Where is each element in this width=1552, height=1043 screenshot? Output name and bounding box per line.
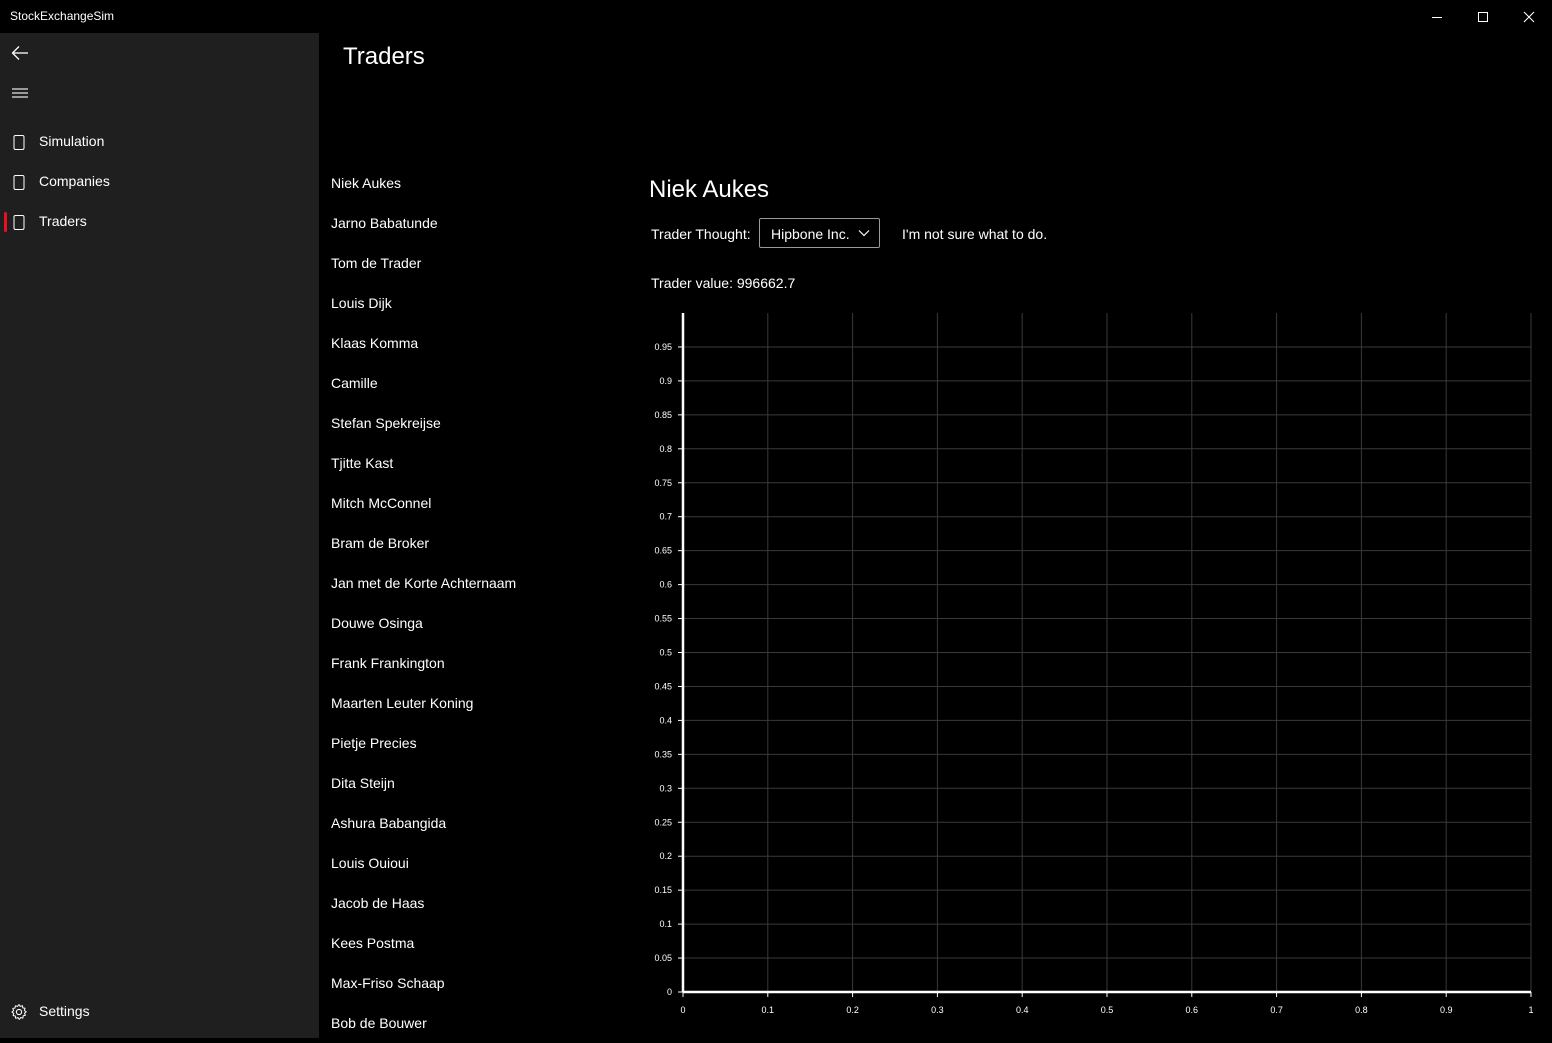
- y-tick-label: 0.7: [659, 512, 672, 522]
- nav-item-label: Settings: [39, 1003, 90, 1019]
- page-icon: [12, 134, 26, 150]
- minimize-button[interactable]: [1414, 0, 1460, 33]
- y-tick-label: 0.9: [659, 376, 672, 386]
- nav-item-label: Traders: [39, 213, 87, 229]
- minimize-icon: [1432, 16, 1442, 18]
- y-tick-label: 0.65: [654, 546, 672, 556]
- y-tick-label: 0.05: [654, 953, 672, 963]
- menu-toggle-button[interactable]: [0, 73, 40, 113]
- navigation-pane: Simulation Companies Traders Settings: [0, 33, 319, 1038]
- x-tick-label: 0.2: [846, 1005, 859, 1015]
- close-icon: [1523, 11, 1535, 22]
- nav-item-label: Simulation: [39, 133, 105, 149]
- x-tick-label: 0.3: [931, 1005, 944, 1015]
- y-tick-label: 0.95: [654, 342, 672, 352]
- close-button[interactable]: [1506, 0, 1552, 33]
- x-tick-label: 0.1: [762, 1005, 775, 1015]
- trader-name-heading: Niek Aukes: [649, 176, 770, 203]
- x-tick-label: 0: [680, 1005, 685, 1015]
- y-tick-label: 0.55: [654, 614, 672, 624]
- y-tick-label: 0.1: [659, 919, 672, 929]
- x-tick-label: 0.5: [1101, 1005, 1114, 1015]
- company-dropdown-value: Hipbone Inc.: [771, 226, 850, 242]
- page-title: Traders: [343, 43, 425, 70]
- y-tick-label: 0.85: [654, 410, 672, 420]
- y-tick-label: 0.15: [654, 885, 672, 895]
- nav-item-traders[interactable]: Traders: [0, 202, 319, 242]
- chevron-down-icon: [858, 230, 870, 237]
- trader-list-item[interactable]: Tom de Trader: [331, 243, 621, 283]
- app-title: StockExchangeSim: [10, 9, 115, 23]
- page-icon: [12, 174, 26, 190]
- x-tick-label: 0.9: [1440, 1005, 1453, 1015]
- trader-list-item[interactable]: Jarno Babatunde: [331, 203, 621, 243]
- y-tick-label: 0.4: [659, 715, 672, 725]
- maximize-icon: [1478, 11, 1488, 22]
- x-tick-label: 0.6: [1186, 1005, 1199, 1015]
- x-tick-label: 0.7: [1270, 1005, 1283, 1015]
- back-arrow-icon: [11, 46, 28, 60]
- x-tick-label: 0.8: [1355, 1005, 1368, 1015]
- x-tick-label: 1: [1528, 1005, 1533, 1015]
- company-dropdown[interactable]: Hipbone Inc.: [759, 218, 880, 248]
- maximize-button[interactable]: [1460, 0, 1506, 33]
- y-tick-label: 0.5: [659, 648, 672, 658]
- y-tick-label: 0.6: [659, 580, 672, 590]
- y-tick-label: 0.2: [659, 851, 672, 861]
- nav-item-simulation[interactable]: Simulation: [0, 122, 319, 162]
- trader-thought-label: Trader Thought:: [651, 226, 751, 242]
- y-tick-label: 0: [667, 987, 672, 997]
- trader-list-item[interactable]: Niek Aukes: [331, 163, 621, 203]
- nav-item-settings[interactable]: Settings: [0, 992, 319, 1032]
- y-tick-label: 0.45: [654, 681, 672, 691]
- selection-indicator: [4, 212, 7, 232]
- y-tick-label: 0.25: [654, 817, 672, 827]
- gear-icon: [10, 1003, 28, 1021]
- back-button[interactable]: [0, 33, 40, 73]
- title-bar: StockExchangeSim: [0, 0, 1552, 33]
- trader-value-chart: 0 0.1 0.2 0.3 0.4 0.5 0.6 0.7 0.8 0.9 1 0 0.05 0.1 0.1…: [654, 313, 1534, 1015]
- page-icon: [12, 214, 26, 230]
- y-tick-label: 0.3: [659, 783, 672, 793]
- y-tick-label: 0.75: [654, 478, 672, 488]
- hamburger-icon: [12, 88, 28, 98]
- nav-item-label: Companies: [39, 173, 110, 189]
- y-tick-label: 0.8: [659, 444, 672, 454]
- x-tick-label: 0.4: [1016, 1005, 1029, 1015]
- nav-item-companies[interactable]: Companies: [0, 162, 319, 202]
- y-tick-label: 0.35: [654, 749, 672, 759]
- trader-thought-text: I'm not sure what to do.: [902, 226, 1048, 242]
